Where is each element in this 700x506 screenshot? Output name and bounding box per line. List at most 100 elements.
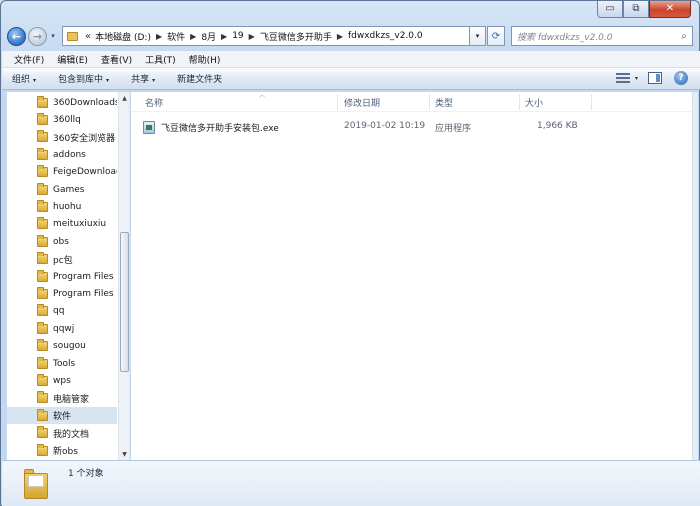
breadcrumb-item[interactable]: 软件 ▶: [167, 30, 201, 43]
breadcrumb-label: 8月: [201, 32, 217, 43]
folder-icon: [37, 252, 48, 265]
sidebar-item[interactable]: 电脑管家: [7, 390, 117, 407]
column-header-modified[interactable]: 修改日期: [344, 96, 380, 109]
sidebar-item-selected[interactable]: 软件: [7, 407, 117, 425]
sidebar-item[interactable]: obs: [7, 233, 117, 250]
sidebar-item[interactable]: Program Files: [7, 268, 117, 285]
folder-icon: [24, 469, 48, 499]
forward-button[interactable]: →: [28, 26, 47, 46]
share-button[interactable]: 共享 ▾: [131, 72, 155, 85]
breadcrumb-arrow-icon[interactable]: ▶: [156, 32, 162, 41]
column-header-name[interactable]: 名称: [145, 96, 163, 109]
sidebar-item-label: huohu: [53, 202, 82, 213]
scroll-down-icon[interactable]: ▼: [119, 448, 129, 460]
breadcrumb-arrow-icon[interactable]: ▶: [337, 32, 343, 41]
help-icon[interactable]: ?: [674, 71, 688, 85]
preview-pane-icon[interactable]: [648, 72, 662, 84]
breadcrumb-arrow-icon[interactable]: ▶: [190, 32, 196, 41]
maximize-button[interactable]: ⧉: [623, 1, 649, 18]
sidebar-item-label: Program Files: [53, 271, 114, 282]
menu-view[interactable]: 查看(V): [95, 53, 139, 66]
sidebar-item-label: addons: [53, 149, 86, 160]
column-header-size[interactable]: 大小: [525, 96, 543, 109]
minimize-button[interactable]: ▭: [597, 1, 623, 18]
sidebar-item[interactable]: Tools: [7, 355, 117, 372]
chevron-down-icon: ▾: [475, 32, 480, 40]
sidebar-item[interactable]: 360llq: [7, 111, 117, 128]
sidebar-item[interactable]: pc包: [7, 251, 117, 268]
refresh-button[interactable]: ⟳: [487, 26, 505, 46]
file-size: 1,966 KB: [537, 121, 578, 131]
sidebar-item[interactable]: Games: [7, 181, 117, 198]
breadcrumb-overflow[interactable]: «: [85, 31, 91, 42]
caption-buttons: ▭ ⧉ ✕: [597, 1, 691, 18]
search-icon[interactable]: ⌕: [676, 31, 692, 42]
column-divider[interactable]: [337, 94, 338, 110]
close-button[interactable]: ✕: [649, 1, 691, 18]
new-folder-button[interactable]: 新建文件夹: [177, 72, 222, 85]
folder-icon: [37, 147, 48, 160]
folder-icon: [37, 304, 48, 317]
view-options-dropdown[interactable]: ▾: [635, 75, 638, 82]
folder-icon: [37, 408, 48, 421]
search-input[interactable]: 搜索 fdwxdkzs_v2.0.0: [517, 30, 676, 43]
sidebar-item[interactable]: FeigeDownload: [7, 164, 117, 181]
forward-arrow-icon: →: [32, 29, 43, 43]
sidebar-item[interactable]: qq: [7, 303, 117, 320]
sidebar-item-label: qq: [53, 306, 65, 317]
sidebar-item[interactable]: Program Files: [7, 285, 117, 302]
column-header-type[interactable]: 类型: [435, 96, 453, 109]
folder-icon: [37, 356, 48, 369]
menu-help[interactable]: 帮助(H): [183, 53, 228, 66]
menu-tools[interactable]: 工具(T): [139, 53, 183, 66]
breadcrumb-item[interactable]: fdwxdkzs_v2.0.0: [348, 31, 423, 41]
content-scrollbar[interactable]: [692, 92, 698, 460]
file-modified: 2019-01-02 10:19: [344, 121, 426, 131]
scrollbar-thumb[interactable]: [120, 232, 129, 372]
sidebar-item[interactable]: 360Downloads: [7, 94, 117, 111]
scroll-up-icon[interactable]: ▲: [119, 92, 129, 104]
sidebar-item[interactable]: addons: [7, 146, 117, 163]
sidebar-item-label: 我的文档: [53, 429, 90, 440]
folder-tree: 360Downloads 360llq 360安全浏览器 addons Feig…: [7, 94, 117, 459]
folder-icon: [37, 339, 48, 352]
chevron-down-icon: ▾: [152, 77, 156, 84]
sidebar-item-label: Program Files: [53, 288, 114, 299]
sidebar-scrollbar[interactable]: ▲ ▼: [118, 92, 129, 460]
sidebar-item[interactable]: meituxiuxiu: [7, 216, 117, 233]
sidebar-item-label: qqwj: [53, 323, 75, 334]
sidebar-item[interactable]: qqwj: [7, 320, 117, 337]
sidebar-item-label: pc包: [53, 255, 73, 266]
column-divider[interactable]: [519, 94, 520, 110]
sidebar-item[interactable]: 我的文档: [7, 424, 117, 441]
breadcrumb-item[interactable]: 19 ▶: [232, 31, 260, 41]
search-box[interactable]: 搜索 fdwxdkzs_v2.0.0 ⌕: [511, 26, 693, 46]
file-name: 飞豆微信多开助手安装包.exe: [161, 124, 279, 134]
sidebar-item[interactable]: 新obs: [7, 442, 117, 459]
menu-edit[interactable]: 编辑(E): [51, 53, 95, 66]
breadcrumb-item[interactable]: 8月 ▶: [201, 30, 232, 43]
sidebar-item[interactable]: huohu: [7, 198, 117, 215]
organize-button[interactable]: 组织 ▾: [12, 72, 36, 85]
sidebar-item[interactable]: sougou: [7, 337, 117, 354]
folder-icon: [37, 269, 48, 282]
breadcrumb-arrow-icon[interactable]: ▶: [221, 32, 227, 41]
chevron-down-icon: ▾: [106, 77, 110, 84]
file-row[interactable]: 飞豆微信多开助手安装包.exe 2019-01-02 10:19 应用程序 1,…: [143, 118, 583, 136]
column-divider[interactable]: [429, 94, 430, 110]
sidebar-item[interactable]: 360安全浏览器: [7, 129, 117, 146]
include-in-library-button[interactable]: 包含到库中 ▾: [58, 72, 109, 85]
breadcrumb-item[interactable]: 本地磁盘 (D:) ▶: [95, 30, 167, 43]
breadcrumb-arrow-icon[interactable]: ▶: [249, 32, 255, 41]
recent-pages-dropdown[interactable]: ▾: [48, 32, 58, 40]
column-divider[interactable]: [591, 94, 592, 110]
sidebar-item[interactable]: wps: [7, 372, 117, 389]
back-button[interactable]: ←: [7, 26, 26, 46]
refresh-icon: ⟳: [491, 30, 501, 42]
folder-icon: [37, 373, 48, 386]
address-bar[interactable]: « 本地磁盘 (D:) ▶ 软件 ▶ 8月 ▶ 19 ▶ 飞豆微信多开助手 ▶ fdwxd…: [62, 26, 470, 46]
view-options-icon[interactable]: [614, 71, 632, 85]
breadcrumb-item[interactable]: 飞豆微信多开助手 ▶: [260, 30, 348, 43]
menu-file[interactable]: 文件(F): [8, 53, 51, 66]
address-history-dropdown[interactable]: ▾: [470, 26, 486, 46]
